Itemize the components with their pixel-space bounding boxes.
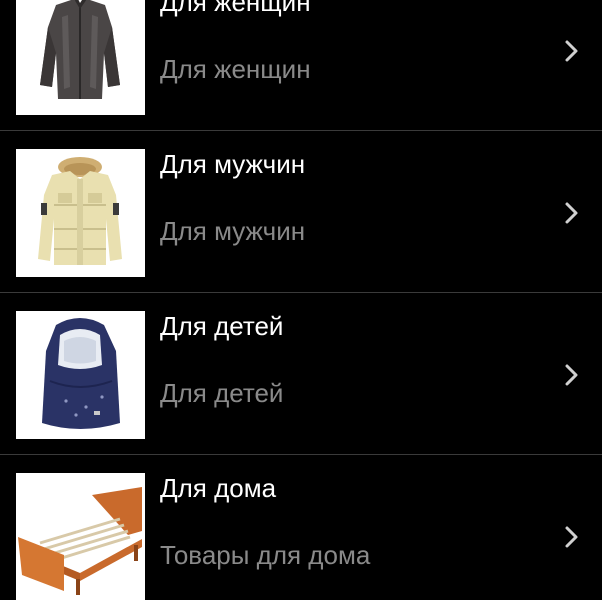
category-subtitle: Для детей [160,378,284,408]
category-row-kids[interactable]: Для детей Для детей [0,293,602,455]
womens-jacket-image [16,0,145,115]
category-subtitle: Для мужчин [160,216,306,246]
category-title: Для детей [160,311,284,341]
category-title: Для мужчин [160,149,306,179]
mens-parka-image [16,149,145,277]
bed-frame-image [16,473,145,600]
category-subtitle: Для женщин [160,54,311,84]
category-list: Для женщин Для женщин Для мужчин Для муж… [0,0,602,600]
chevron-right-icon [562,363,582,387]
chevron-right-icon [562,39,582,63]
baby-sleeping-bag-image [16,311,145,439]
category-title: Для женщин [160,0,311,17]
category-subtitle: Товары для дома [160,540,371,570]
category-row-home[interactable]: Для дома Товары для дома [0,455,602,600]
category-row-women[interactable]: Для женщин Для женщин [0,0,602,131]
category-row-men[interactable]: Для мужчин Для мужчин [0,131,602,293]
chevron-right-icon [562,201,582,225]
category-title: Для дома [160,473,277,503]
chevron-right-icon [562,525,582,549]
